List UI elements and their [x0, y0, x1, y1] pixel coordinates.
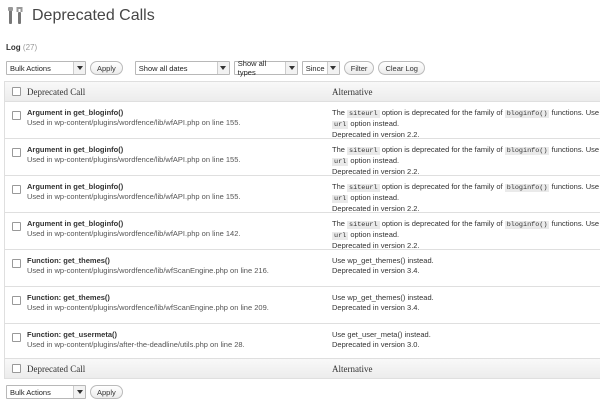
clear-log-button[interactable]: Clear Log [378, 61, 425, 75]
log-heading: Log (27) [6, 43, 37, 52]
top-toolbar: Bulk Actions Apply Show all dates Show a… [6, 59, 425, 77]
call-location: Used in wp-content/plugins/wordfence/lib… [27, 192, 241, 201]
deprecated-version: Deprecated in version 3.4. [332, 266, 420, 275]
column-footer-alternative[interactable]: Alternative [332, 364, 372, 374]
call-location: Used in wp-content/plugins/wordfence/lib… [27, 229, 241, 238]
column-footer-call[interactable]: Deprecated Call [27, 364, 332, 374]
call-name: Argument in get_bloginfo() [27, 219, 124, 228]
table-row: Argument in get_bloginfo() Used in wp-co… [5, 214, 600, 250]
deprecated-version: Deprecated in version 2.2. [332, 130, 420, 138]
page-header: Deprecated Calls [6, 4, 155, 28]
table-footer: Deprecated Call Alternative [5, 358, 600, 378]
alternative-text: The siteurl option is deprecated for the… [332, 182, 600, 192]
select-all-checkbox[interactable] [11, 87, 21, 96]
bulk-actions-label: Bulk Actions [10, 63, 51, 73]
column-header-call[interactable]: Deprecated Call [27, 87, 332, 97]
select-all-checkbox-footer[interactable] [11, 364, 21, 373]
row-checkbox[interactable] [11, 333, 21, 342]
row-checkbox[interactable] [11, 296, 21, 305]
call-location: Used in wp-content/plugins/wordfence/lib… [27, 303, 269, 312]
call-name: Function: get_themes() [27, 293, 110, 302]
bulk-actions-select-bottom[interactable]: Bulk Actions [6, 385, 86, 399]
call-location: Used in wp-content/plugins/after-the-dea… [27, 340, 245, 349]
deprecated-version: Deprecated in version 2.2. [332, 241, 420, 249]
row-checkbox[interactable] [11, 148, 21, 157]
bottom-toolbar: Bulk Actions Apply [6, 385, 123, 399]
alternative-text: The siteurl option is deprecated for the… [332, 145, 600, 155]
alternative-text: Use wp_get_themes() instead. [332, 293, 434, 302]
deprecated-version: Deprecated in version 3.4. [332, 303, 420, 312]
types-filter-label: Show all types [237, 59, 267, 77]
alternative-text: Use wp_get_themes() instead. [332, 256, 434, 265]
deprecated-calls-table: Deprecated Call Alternative Argument in … [4, 81, 600, 379]
chevron-down-icon [73, 386, 85, 398]
page-title: Deprecated Calls [32, 7, 155, 24]
row-checkbox[interactable] [11, 185, 21, 194]
log-count: (27) [22, 43, 38, 52]
column-header-alternative[interactable]: Alternative [332, 87, 372, 97]
alternative-text-cont: url option instead. [332, 119, 400, 129]
call-name: Function: get_themes() [27, 256, 110, 265]
row-checkbox[interactable] [11, 259, 21, 268]
chevron-down-icon [73, 62, 85, 74]
dates-filter-label: Show all dates [138, 63, 188, 73]
alternative-text-cont: url option instead. [332, 230, 400, 240]
deprecated-version: Deprecated in version 2.2. [332, 204, 420, 212]
call-name: Function: get_usermeta() [27, 330, 118, 339]
call-name: Argument in get_bloginfo() [27, 145, 124, 154]
chevron-down-icon [285, 62, 297, 74]
deprecated-version: Deprecated in version 2.2. [332, 167, 420, 175]
since-filter-label: Since [305, 63, 325, 73]
dates-filter-select[interactable]: Show all dates [134, 61, 230, 75]
alternative-text-cont: url option instead. [332, 156, 400, 166]
call-location: Used in wp-content/plugins/wordfence/lib… [27, 118, 241, 127]
alternative-text: Use get_user_meta() instead. [332, 330, 431, 339]
bulk-actions-select[interactable]: Bulk Actions [6, 61, 86, 75]
alternative-text: The siteurl option is deprecated for the… [332, 219, 600, 229]
table-row: Function: get_themes() Used in wp-conten… [5, 251, 600, 287]
chevron-down-icon [326, 62, 339, 74]
row-checkbox[interactable] [11, 222, 21, 231]
alternative-text-cont: url option instead. [332, 193, 400, 203]
row-checkbox[interactable] [11, 111, 21, 120]
table-header: Deprecated Call Alternative [5, 82, 600, 102]
log-label: Log [6, 43, 21, 52]
chevron-down-icon [216, 62, 229, 74]
call-location: Used in wp-content/plugins/wordfence/lib… [27, 266, 269, 275]
call-name: Argument in get_bloginfo() [27, 182, 124, 191]
apply-button[interactable]: Apply [90, 61, 123, 75]
filter-button[interactable]: Filter [343, 61, 375, 75]
call-name: Argument in get_bloginfo() [27, 108, 124, 117]
apply-button-bottom[interactable]: Apply [90, 385, 123, 399]
table-row: Function: get_usermeta() Used in wp-cont… [5, 325, 600, 359]
table-row: Argument in get_bloginfo() Used in wp-co… [5, 177, 600, 213]
table-row: Argument in get_bloginfo() Used in wp-co… [5, 103, 600, 139]
call-location: Used in wp-content/plugins/wordfence/lib… [27, 155, 241, 164]
deprecated-version: Deprecated in version 3.0. [332, 340, 420, 349]
types-filter-select[interactable]: Show all types [233, 59, 298, 77]
table-row: Function: get_themes() Used in wp-conten… [5, 288, 600, 324]
since-filter-select[interactable]: Since [301, 61, 340, 75]
tools-icon [8, 7, 23, 24]
alternative-text: The siteurl option is deprecated for the… [332, 108, 600, 118]
table-row: Argument in get_bloginfo() Used in wp-co… [5, 140, 600, 176]
bulk-actions-label: Bulk Actions [10, 387, 51, 397]
